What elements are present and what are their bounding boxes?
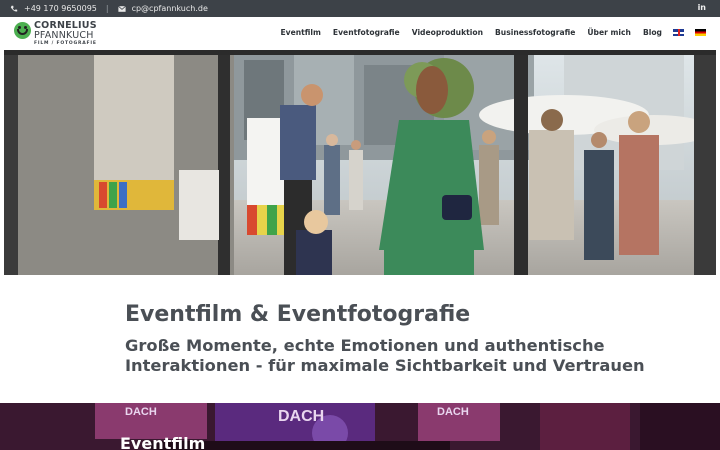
- top-contact-bar: +49 170 9650095 | cp@cpfannkuch.de in: [0, 0, 720, 17]
- topbar-separator: |: [105, 4, 109, 13]
- german-flag-icon[interactable]: [695, 29, 706, 36]
- email-address: cp@cpfannkuch.de: [131, 4, 208, 13]
- hero-image: [4, 50, 716, 275]
- page-subtitle: Große Momente, echte Emotionen und authe…: [125, 336, 685, 375]
- section-title-eventfilm: Eventfilm: [120, 434, 206, 450]
- nav-item-ueber-mich[interactable]: Über mich: [587, 28, 631, 37]
- logo-wordmark: CORNELIUS PFANNKUCH FILM / FOTOGRAFIE: [34, 21, 97, 47]
- logo-tagline: FILM / FOTOGRAFIE: [34, 41, 97, 46]
- banner-text-2: DACH: [278, 408, 324, 425]
- nav-item-businessfotografie[interactable]: Businessfotografie: [495, 28, 575, 37]
- smiley-logo-icon: [14, 22, 31, 39]
- email-contact[interactable]: cp@cpfannkuch.de: [117, 4, 208, 13]
- subtitle-line-1: Große Momente, echte Emotionen und authe…: [125, 336, 605, 356]
- nav-item-videoproduktion[interactable]: Videoproduktion: [412, 28, 483, 37]
- site-header: CORNELIUS PFANNKUCH FILM / FOTOGRAFIE Ev…: [0, 17, 720, 50]
- banner-text-3: DACH: [437, 406, 469, 418]
- hero-event-photo: [4, 50, 716, 275]
- nav-item-eventfilm[interactable]: Eventfilm: [280, 28, 320, 37]
- page-title: Eventfilm & Eventfotografie: [125, 302, 471, 327]
- english-flag-icon[interactable]: [673, 29, 684, 36]
- nav-item-blog[interactable]: Blog: [643, 28, 662, 37]
- main-navigation: Eventfilm Eventfotografie Videoproduktio…: [268, 28, 706, 37]
- eventfilm-section-banner: DACH DACH DACH Eventfilm: [0, 403, 720, 450]
- phone-contact[interactable]: +49 170 9650095: [10, 4, 97, 13]
- stage-photo: DACH DACH DACH: [0, 403, 720, 450]
- nav-item-eventfotografie[interactable]: Eventfotografie: [333, 28, 400, 37]
- intro-section: Eventfilm & Eventfotografie Große Moment…: [125, 302, 685, 375]
- phone-icon: [10, 5, 18, 12]
- logo-line-2: PFANNKUCH: [34, 29, 94, 41]
- envelope-icon: [117, 5, 126, 12]
- linkedin-icon[interactable]: in: [698, 3, 706, 12]
- phone-number: +49 170 9650095: [24, 4, 97, 13]
- subtitle-line-2: Interaktionen - für maximale Sichtbarkei…: [125, 355, 645, 375]
- banner-text-1: DACH: [125, 406, 157, 418]
- site-logo[interactable]: CORNELIUS PFANNKUCH FILM / FOTOGRAFIE: [14, 21, 97, 47]
